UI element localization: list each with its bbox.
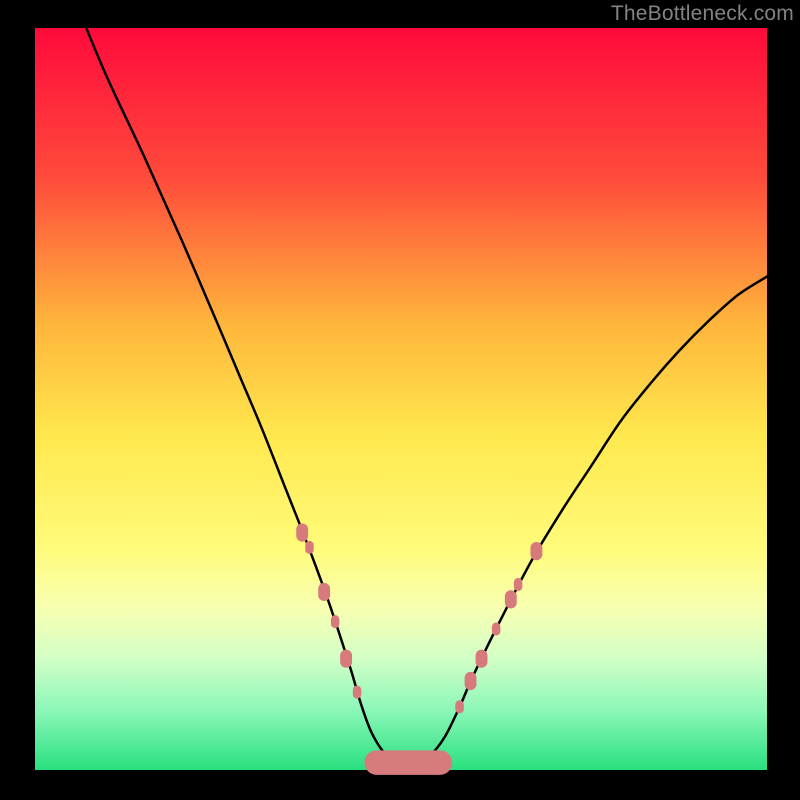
- highlight-dot: [476, 650, 488, 668]
- highlight-dot: [305, 541, 314, 554]
- bottom-pill: [364, 750, 452, 774]
- gradient-background: [35, 28, 767, 770]
- highlight-dot: [455, 700, 464, 713]
- chart-svg: [0, 0, 800, 800]
- highlight-dot: [318, 583, 330, 601]
- chart-frame: TheBottleneck.com: [0, 0, 800, 800]
- watermark-text: TheBottleneck.com: [611, 2, 794, 26]
- highlight-dot: [492, 623, 501, 636]
- highlight-dot: [296, 523, 308, 541]
- highlight-dot: [353, 686, 362, 699]
- highlight-dot: [331, 615, 340, 628]
- highlight-dot: [505, 590, 517, 608]
- highlight-dot: [514, 578, 523, 591]
- highlight-dot: [340, 650, 352, 668]
- highlight-dot: [465, 672, 477, 690]
- highlight-dot: [530, 542, 542, 560]
